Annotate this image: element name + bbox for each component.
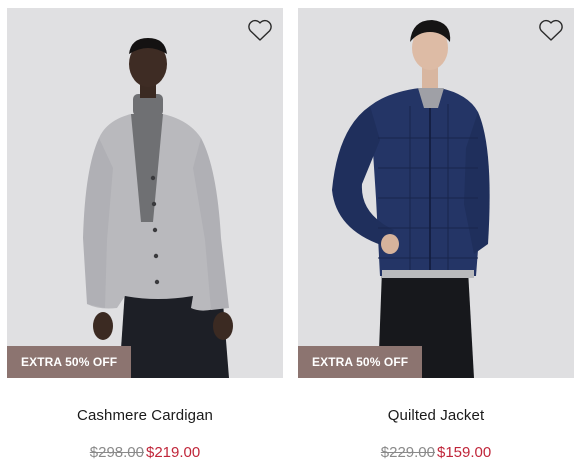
product-price: $229.00 $159.00 [298,444,574,461]
sale-price: $219.00 [146,444,201,461]
wishlist-button[interactable] [247,18,273,42]
discount-badge: EXTRA 50% OFF [7,346,132,378]
product-name[interactable]: Cashmere Cardigan [7,407,283,424]
product-photo-jacket [298,8,574,378]
discount-badge: EXTRA 50% OFF [298,346,423,378]
product-image[interactable]: EXTRA 50% OFF [298,8,574,378]
product-card[interactable]: EXTRA 50% OFF Quilted Jacket $229.00 $159… [298,8,574,461]
original-price: $229.00 [380,444,435,461]
product-price: $298.00 $219.00 [7,444,283,461]
product-image[interactable]: EXTRA 50% OFF [7,8,283,378]
heart-outline-icon [248,19,272,41]
heart-outline-icon [539,19,563,41]
product-name[interactable]: Quilted Jacket [298,407,574,424]
product-card[interactable]: EXTRA 50% OFF Cashmere Cardigan $298.00 $… [7,8,283,461]
sale-price: $159.00 [437,444,492,461]
wishlist-button[interactable] [538,18,564,42]
product-photo-cardigan [7,8,283,378]
original-price: $298.00 [89,444,144,461]
